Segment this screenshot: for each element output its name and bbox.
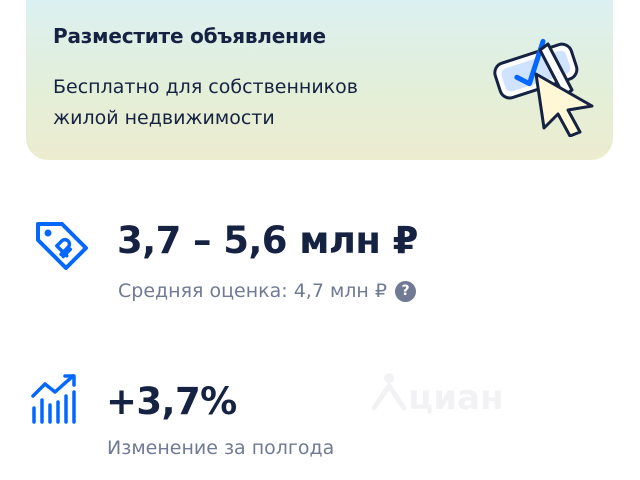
price-range: 3,7 – 5,6 млн ₽ [117,219,418,262]
checkbox-cursor-icon [488,22,603,138]
average-estimate-label: Средняя оценка: 4,7 млн ₽ [118,280,387,302]
average-estimate-row: Средняя оценка: 4,7 млн ₽ ? [118,280,416,302]
cian-watermark: циан [372,360,572,420]
price-tag-icon [32,218,92,270]
help-icon[interactable]: ? [395,280,416,302]
promo-title: Разместите объявление [53,24,326,48]
growth-label: Изменение за полгода [107,437,335,459]
growth-value: +3,7% [106,380,237,423]
watermark-text: циан [408,378,504,418]
promo-description-line-2: жилой недвижимости [53,107,275,129]
promo-description: Бесплатно для собственников жилой недвиж… [53,72,433,134]
promo-description-line-1: Бесплатно для собственников [53,76,358,98]
growth-chart-icon [30,372,82,424]
